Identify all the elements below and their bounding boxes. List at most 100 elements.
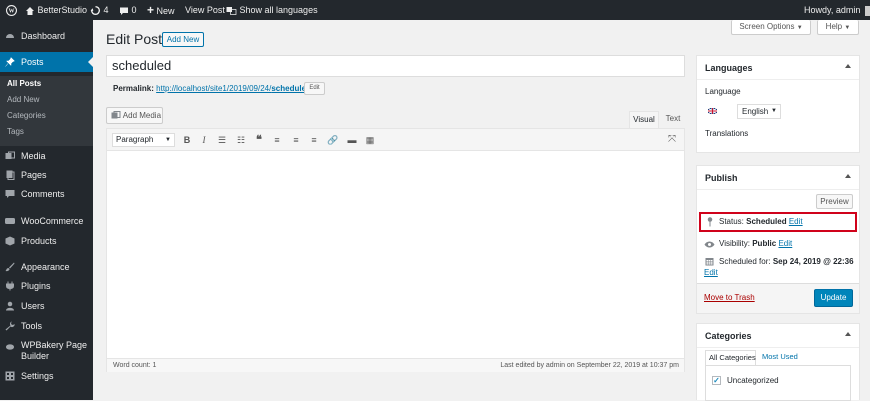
tab-visual[interactable]: Visual xyxy=(629,111,659,128)
permalink-link[interactable]: http://localhost/site1/2019/09/24/schedu… xyxy=(156,84,313,93)
calendar-icon xyxy=(705,258,714,266)
tab-text[interactable]: Text xyxy=(662,111,684,128)
visibility-row: Visibility: Public Edit xyxy=(719,239,792,248)
submenu-add-new[interactable]: Add New xyxy=(7,94,39,106)
comment-icon xyxy=(120,7,128,15)
user-account-link[interactable]: Howdy, admin xyxy=(804,0,870,20)
scheduled-row: Scheduled for: Sep 24, 2019 @ 22:36 xyxy=(719,257,854,266)
sidebar-item-label: Appearance xyxy=(21,262,70,272)
read-more-icon[interactable]: ▬ xyxy=(346,134,358,146)
sidebar-item-dashboard[interactable]: Dashboard xyxy=(0,26,93,46)
numbered-list-icon[interactable]: ☷ xyxy=(235,134,247,146)
translations-label: Translations xyxy=(705,129,749,138)
sidebar-item-tools[interactable]: Tools xyxy=(0,316,93,336)
editor: Paragraph ▼ B I ☰ ☷ ❝ ≡ ≡ ≡ 🔗 ▬ ▦ ⤧ Word… xyxy=(106,128,685,372)
collapse-toggle-icon[interactable] xyxy=(845,174,851,178)
editor-content-area[interactable] xyxy=(107,152,684,358)
align-right-icon[interactable]: ≡ xyxy=(308,134,320,146)
sidebar-item-label: Plugins xyxy=(21,281,51,291)
tab-all-categories[interactable]: All Categories xyxy=(705,350,756,365)
languages-link[interactable]: Show all languages xyxy=(226,0,318,20)
screen-options-label: Screen Options xyxy=(739,22,795,31)
submenu-tags[interactable]: Tags xyxy=(7,126,24,138)
status-value: Scheduled xyxy=(746,217,787,226)
bold-icon[interactable]: B xyxy=(181,134,193,146)
visibility-edit-link[interactable]: Edit xyxy=(778,239,792,248)
sidebar-item-posts[interactable]: Posts xyxy=(0,52,93,72)
uk-flag-icon xyxy=(708,108,717,114)
sidebar-item-media[interactable]: Media xyxy=(0,146,93,166)
tab-most-used[interactable]: Most Used xyxy=(762,350,798,364)
help-button[interactable]: Help ▼ xyxy=(817,20,859,35)
category-checkbox[interactable]: ✓ xyxy=(712,376,721,385)
sidebar-item-woocommerce[interactable]: WooCommerce xyxy=(0,211,93,231)
editor-toolbar: Paragraph ▼ B I ☰ ☷ ❝ ≡ ≡ ≡ 🔗 ▬ ▦ ⤧ xyxy=(107,129,684,151)
categories-box: Categories All Categories Most Used ✓ Un… xyxy=(696,323,860,401)
italic-icon[interactable]: I xyxy=(198,134,210,146)
sidebar-item-plugins[interactable]: Plugins xyxy=(0,276,93,296)
languages-box-title: Languages xyxy=(705,63,753,73)
new-content-link[interactable]: + New xyxy=(147,0,175,20)
sidebar-item-settings[interactable]: Settings xyxy=(0,366,93,386)
move-to-trash-link[interactable]: Move to Trash xyxy=(704,293,755,302)
permalink-row: Permalink: http://localhost/site1/2019/0… xyxy=(113,83,313,94)
dashboard-icon xyxy=(6,34,14,38)
sidebar-item-label: Settings xyxy=(21,371,54,381)
toolbar-toggle-icon[interactable]: ▦ xyxy=(364,134,376,146)
publish-box-header[interactable]: Publish xyxy=(697,166,859,190)
publish-actions: Move to Trash Update xyxy=(697,283,859,313)
languages-box: Languages Language English ▼ Translation… xyxy=(696,55,860,153)
permalink-edit-button[interactable]: Edit xyxy=(304,82,325,95)
blockquote-icon[interactable]: ❝ xyxy=(253,134,265,146)
format-select[interactable]: Paragraph ▼ xyxy=(112,133,175,147)
view-post-link[interactable]: View Post xyxy=(185,0,225,20)
updates-link[interactable]: 4 xyxy=(90,0,109,20)
avatar xyxy=(864,5,870,16)
submenu-categories[interactable]: Categories xyxy=(7,110,46,122)
format-select-value: Paragraph xyxy=(116,135,154,144)
add-media-button[interactable]: Add Media xyxy=(106,107,163,124)
scheduled-edit-link[interactable]: Edit xyxy=(704,268,718,277)
categories-box-title: Categories xyxy=(705,331,752,341)
add-media-icon xyxy=(111,111,121,119)
sidebar-item-comments[interactable]: Comments xyxy=(0,184,93,204)
updates-icon xyxy=(90,6,101,16)
sidebar-item-wpbakery[interactable]: WPBakery Page Builder xyxy=(0,337,93,363)
align-center-icon[interactable]: ≡ xyxy=(290,134,302,146)
link-icon[interactable]: 🔗 xyxy=(327,134,339,146)
category-label: Uncategorized xyxy=(727,376,779,385)
sidebar-item-products[interactable]: Products xyxy=(0,231,93,251)
posts-submenu: All Posts Add New Categories Tags xyxy=(0,76,93,146)
fullscreen-icon[interactable]: ⤧ xyxy=(666,134,678,146)
languages-box-header[interactable]: Languages xyxy=(697,56,859,80)
admin-bar: W BetterStudio 4 0 + New View Post Show … xyxy=(0,0,870,20)
sidebar-item-label: Posts xyxy=(21,57,44,67)
wrench-icon xyxy=(5,321,15,331)
submenu-all-posts[interactable]: All Posts xyxy=(7,78,41,90)
visibility-label: Visibility: xyxy=(719,239,750,248)
status-row: Status: Scheduled Edit xyxy=(719,217,803,226)
collapse-toggle-icon[interactable] xyxy=(845,64,851,68)
categories-box-header[interactable]: Categories xyxy=(697,324,859,348)
comments-link[interactable]: 0 xyxy=(119,0,137,20)
add-new-button[interactable]: Add New xyxy=(162,32,204,47)
update-button[interactable]: Update xyxy=(814,289,853,307)
status-edit-link[interactable]: Edit xyxy=(789,217,803,226)
wordpress-logo-icon[interactable]: W xyxy=(6,0,17,20)
language-label: Language xyxy=(705,87,741,96)
post-title-input[interactable]: scheduled xyxy=(106,55,685,77)
bullet-list-icon[interactable]: ☰ xyxy=(216,134,228,146)
sidebar-item-pages[interactable]: Pages xyxy=(0,165,93,185)
translate-icon xyxy=(226,6,237,15)
visibility-value: Public xyxy=(752,239,777,248)
site-name-link[interactable]: BetterStudio xyxy=(25,0,87,20)
screen-options-button[interactable]: Screen Options ▼ xyxy=(731,20,811,35)
language-select[interactable]: English ▼ xyxy=(737,104,781,119)
sidebar-item-appearance[interactable]: Appearance xyxy=(0,257,93,277)
greeting-label: Howdy, admin xyxy=(804,5,861,15)
sidebar-item-users[interactable]: Users xyxy=(0,296,93,316)
preview-button[interactable]: Preview xyxy=(816,194,853,209)
pages-icon xyxy=(6,170,15,180)
align-left-icon[interactable]: ≡ xyxy=(271,134,283,146)
collapse-toggle-icon[interactable] xyxy=(845,332,851,336)
